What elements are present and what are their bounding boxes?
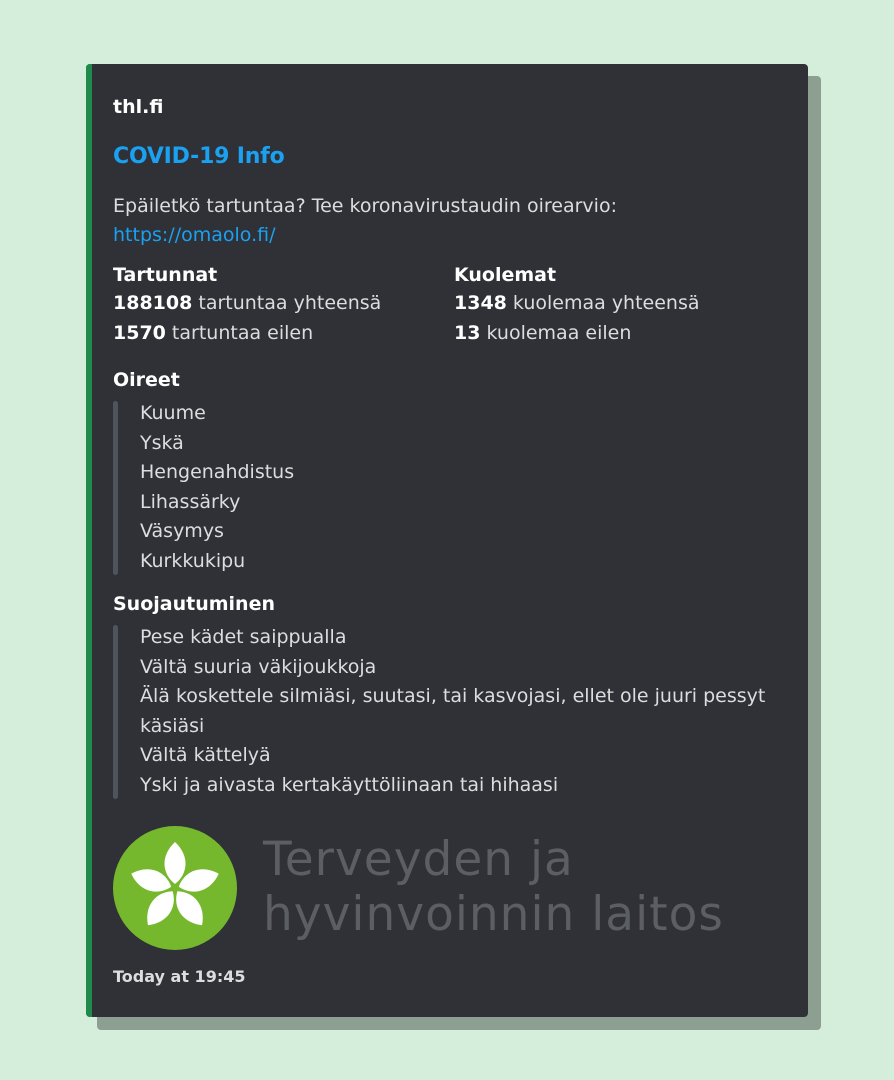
list-item: Vältä suuria väkijoukkoja xyxy=(140,655,377,678)
field-protection: Suojautuminen Pese kädet saippualla Vält… xyxy=(113,591,788,801)
field-name: Tartunnat xyxy=(113,264,218,286)
embed-card: thl.fi COVID-19 Info Epäiletkö tartuntaa… xyxy=(86,64,808,1017)
description-text: Epäiletkö tartuntaa? Tee koronavirustaud… xyxy=(113,195,617,217)
infections-total: 188108 tartuntaa yhteensä xyxy=(113,288,381,318)
infections-yesterday-label: tartuntaa eilen xyxy=(165,322,314,344)
embed-accent-bar xyxy=(86,64,92,1017)
field-infections: Tartunnat 188108 tartuntaa yhteensä 1570… xyxy=(113,262,381,348)
logo-line-1: Terveyden ja xyxy=(263,832,574,887)
field-name: Oireet xyxy=(113,369,180,391)
field-symptoms: Oireet Kuume Yskä Hengenahdistus Lihassä… xyxy=(113,367,788,577)
infections-total-value: 188108 xyxy=(113,292,193,314)
list-item: Yskä xyxy=(140,431,184,454)
infections-yesterday: 1570 tartuntaa eilen xyxy=(113,318,381,348)
field-name: Kuolemat xyxy=(454,264,557,286)
list-item: Hengenahdistus xyxy=(140,461,295,484)
list-item: Lihassärky xyxy=(140,490,241,513)
infections-total-label: tartuntaa yhteensä xyxy=(192,292,382,314)
list-item: Älä koskettele silmiäsi, suutasi, tai ka… xyxy=(140,685,766,737)
field-name: Suojautuminen xyxy=(113,593,275,615)
embed-content: thl.fi COVID-19 Info Epäiletkö tartuntaa… xyxy=(113,64,788,1017)
field-deaths: Kuolemat 1348 kuolemaa yhteensä 13 kuole… xyxy=(454,262,700,348)
embed-title-link[interactable]: COVID-19 Info xyxy=(113,144,285,169)
deaths-yesterday-value: 13 xyxy=(454,322,481,344)
protection-blockquote: Pese kädet saippualla Vältä suuria väkij… xyxy=(113,623,788,801)
list-item: Kuume xyxy=(140,402,206,424)
deaths-yesterday: 13 kuolemaa eilen xyxy=(454,318,700,348)
list-item: Kurkkukipu xyxy=(140,549,246,572)
list-item: Pese kädet saippualla xyxy=(140,626,347,648)
deaths-total: 1348 kuolemaa yhteensä xyxy=(454,288,700,318)
infections-yesterday-value: 1570 xyxy=(113,322,166,344)
list-item: Väsymys xyxy=(140,520,224,543)
omaolo-link[interactable]: https://omaolo.fi/ xyxy=(113,224,275,246)
embed-image[interactable]: Terveyden ja hyvinvoinnin laitos xyxy=(113,824,793,954)
embed-description: Epäiletkö tartuntaa? Tee koronavirustaud… xyxy=(113,192,617,250)
thl-flower-logo-icon xyxy=(113,826,237,950)
logo-line-2: hyvinvoinnin laitos xyxy=(263,887,724,942)
embed-footer-timestamp: Today at 19:45 xyxy=(113,967,246,986)
list-item: Vältä kättelyä xyxy=(140,744,271,767)
logo-wordmark: Terveyden ja hyvinvoinnin laitos xyxy=(263,832,724,942)
symptoms-blockquote: Kuume Yskä Hengenahdistus Lihassärky Väs… xyxy=(113,399,788,577)
embed-author: thl.fi xyxy=(113,96,164,118)
list-item: Yski ja aivasta kertakäyttöliinaan tai h… xyxy=(140,773,559,796)
deaths-total-label: kuolemaa yhteensä xyxy=(506,292,700,314)
deaths-total-value: 1348 xyxy=(454,292,507,314)
deaths-yesterday-label: kuolemaa eilen xyxy=(480,322,632,344)
